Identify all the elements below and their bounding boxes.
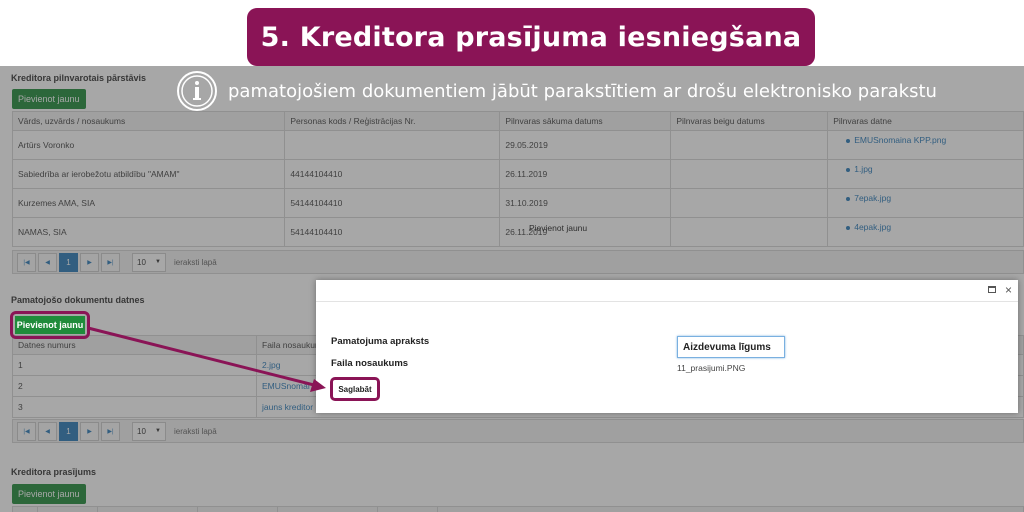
app-screen: Kreditora pilnvarotais pārstāvis Pievien… [0, 66, 1024, 512]
arrow-head-icon [310, 379, 326, 392]
annotation-arrow [87, 326, 326, 392]
step-title-banner: 5. Kreditora prasījuma iesniegšana [247, 8, 815, 66]
